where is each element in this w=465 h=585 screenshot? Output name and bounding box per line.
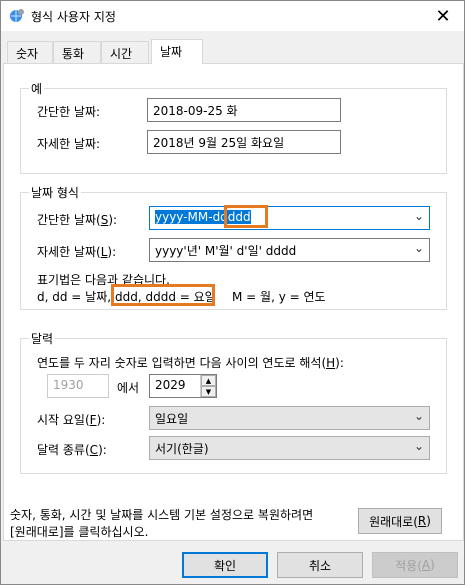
- chevron-down-icon[interactable]: ⌄: [414, 241, 424, 255]
- calendar-type-combo[interactable]: 서기(한글) ⌄: [149, 436, 430, 460]
- label-text: 자세한 날짜(: [37, 245, 101, 259]
- label-text: 간단한 날짜(: [37, 213, 101, 227]
- calendar-group: 달력 연도를 두 자리 숫자로 입력하면 다음 사이의 연도로 해석(H): 1…: [20, 330, 447, 474]
- chevron-down-icon[interactable]: ⌄: [414, 209, 424, 223]
- first-day-label: 시작 요일(F):: [37, 411, 105, 428]
- chevron-down-icon[interactable]: ⌄: [414, 409, 424, 423]
- apply-button[interactable]: 적용(A): [372, 552, 458, 578]
- label-text: 시작 요일(: [37, 413, 90, 427]
- tab-label: 숫자: [16, 47, 39, 61]
- combo-value: 서기(한글): [155, 442, 209, 456]
- ok-button[interactable]: 확인: [182, 552, 268, 578]
- example-short-value: 2018-09-25 화: [147, 98, 341, 122]
- button-text: 취소: [308, 558, 332, 573]
- tab-time[interactable]: 시간: [101, 41, 149, 63]
- access-key: A: [421, 558, 431, 572]
- access-key: C: [89, 443, 99, 457]
- button-text: ): [426, 514, 431, 528]
- button-text: 적용(: [395, 558, 422, 573]
- label-text: ):: [98, 443, 107, 457]
- group-title: 날짜 형식: [29, 184, 81, 201]
- label-text: 연도를 두 자리 숫자로 입력하면 다음 사이의 연도로 해석(: [37, 356, 327, 370]
- first-day-combo[interactable]: 일요일 ⌄: [149, 406, 430, 430]
- selected-text: yyyy-MM-dd: [155, 210, 228, 224]
- label-text: ):: [335, 356, 344, 370]
- chevron-down-icon[interactable]: ⌄: [414, 439, 424, 453]
- label-text: ):: [96, 413, 106, 427]
- combo-value: yyyy'년' M'월' d'일' dddd: [155, 244, 297, 258]
- dialog-window: 형식 사용자 지정 ✕ 숫자 통화 시간 날짜 예 간단한 날짜: 2018-0…: [0, 0, 465, 585]
- calendar-type-label: 달력 종류(C):: [37, 441, 107, 458]
- tab-label: 날짜: [160, 45, 183, 59]
- tab-number[interactable]: 숫자: [7, 41, 53, 63]
- field-value: 2029: [155, 378, 186, 392]
- window-title: 형식 사용자 지정: [31, 10, 116, 24]
- spin-down-icon[interactable]: ▼: [201, 386, 216, 397]
- year-from-field: 1930: [47, 374, 109, 398]
- two-digit-year-label: 연도를 두 자리 숫자로 입력하면 다음 사이의 연도로 해석(H):: [37, 354, 344, 371]
- tab-label: 통화: [62, 47, 85, 61]
- group-title: 달력: [29, 330, 56, 347]
- example-short-label: 간단한 날짜:: [37, 105, 101, 119]
- tab-page-date: 예 간단한 날짜: 2018-09-25 화 자세한 날짜: 2018년 9월 …: [3, 63, 464, 541]
- year-spinner[interactable]: ▲ ▼: [200, 375, 216, 397]
- tab-currency[interactable]: 통화: [53, 41, 101, 63]
- short-format-label: 간단한 날짜(S):: [37, 211, 117, 228]
- label-text: 달력 종류(: [37, 443, 90, 457]
- access-key: H: [326, 356, 336, 370]
- globe-settings-icon: [10, 9, 24, 22]
- combo-value: 일요일: [155, 412, 189, 426]
- button-text: 원래대로(: [369, 514, 418, 529]
- reset-hint-line1: 숫자, 통화, 시간 및 날짜를 시스템 기본 설정으로 복원하려면: [10, 508, 314, 522]
- label-text: ):: [108, 213, 118, 227]
- long-format-combo[interactable]: yyyy'년' M'월' d'일' dddd ⌄: [149, 238, 430, 262]
- highlight-box-ddd: [224, 205, 268, 228]
- example-long-value: 2018년 9월 25일 화요일: [147, 130, 341, 154]
- close-icon[interactable]: ✕: [422, 1, 464, 31]
- access-key: F: [89, 413, 97, 427]
- tab-label: 시간: [110, 47, 133, 61]
- notation-part-1: d, dd = 날짜,: [37, 290, 112, 304]
- button-text: 확인: [213, 558, 237, 573]
- access-key: R: [417, 514, 427, 528]
- spin-up-icon[interactable]: ▲: [201, 375, 216, 386]
- cancel-button[interactable]: 취소: [277, 552, 363, 578]
- notation-part-3: M = 월, y = 연도: [232, 290, 326, 304]
- label-text: ):: [107, 245, 117, 259]
- highlight-box-weekday: [111, 284, 215, 306]
- title-bar: 형식 사용자 지정 ✕: [1, 1, 464, 31]
- long-format-label: 자세한 날짜(L):: [37, 243, 116, 260]
- reset-button[interactable]: 원래대로(R): [358, 508, 442, 534]
- example-long-label: 자세한 날짜:: [37, 137, 101, 151]
- example-group: 예 간단한 날짜: 2018-09-25 화 자세한 날짜: 2018년 9월 …: [20, 80, 447, 174]
- tab-date[interactable]: 날짜: [151, 39, 203, 64]
- button-text: ): [430, 558, 435, 572]
- year-to-field[interactable]: 2029 ▲ ▼: [149, 374, 217, 398]
- between-label: 에서: [117, 381, 140, 395]
- reset-hint-line2: [원래대로]를 클릭하십시오.: [10, 525, 149, 539]
- short-format-combo[interactable]: yyyy-MM-ddddd ⌄: [149, 206, 430, 230]
- group-title: 예: [29, 80, 45, 97]
